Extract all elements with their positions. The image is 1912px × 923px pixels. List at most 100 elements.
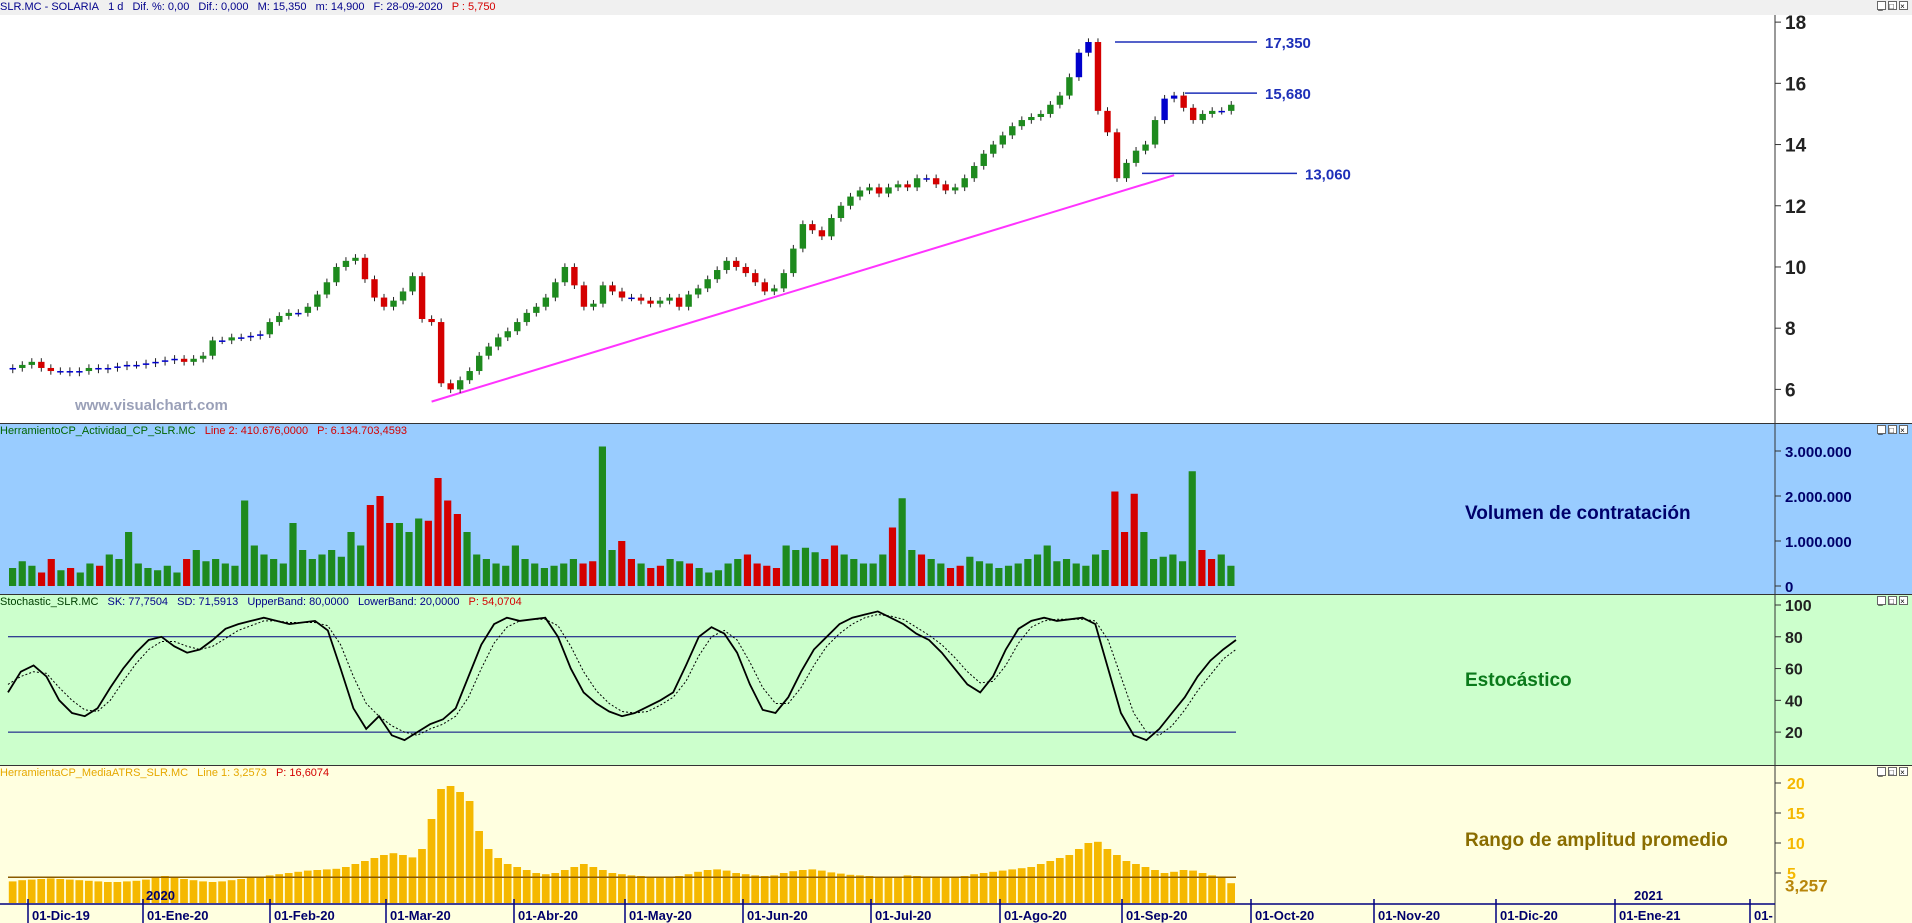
candle-body — [647, 300, 654, 304]
candle-body — [495, 337, 502, 347]
stochastic-pane[interactable]: Stochastic_SLR.MC SK: 77,7504 SD: 71,591… — [0, 594, 1912, 765]
candle-body — [85, 367, 93, 372]
candle-body — [704, 279, 711, 289]
volume-pane[interactable]: HerramientoCP_Actividad_CP_SLR.MC Line 2… — [0, 423, 1912, 594]
atr-bar — [1122, 861, 1131, 903]
atr-bar — [751, 875, 760, 903]
year-marker: 2021 — [1634, 888, 1663, 903]
candle-body — [1009, 126, 1016, 136]
atr-bar — [646, 876, 655, 903]
candle-body — [694, 288, 702, 295]
volume-bar — [840, 554, 848, 586]
year-marker: 2020 — [146, 888, 175, 903]
candle-body — [171, 358, 178, 361]
atr-bar — [256, 876, 265, 903]
volume-bar — [637, 563, 645, 586]
y-tick-label: 8 — [1785, 319, 1796, 340]
price-pane[interactable]: SLR.MC - SOLARIA 1 d Dif. %: 0,00 Dif.: … — [0, 0, 1912, 423]
candle-body — [799, 224, 807, 249]
price-chart: 6 8 10 12 14 16 18 17,350 15,680 13,060 — [9, 13, 1807, 423]
volume-bar — [956, 565, 964, 586]
atr-bar — [1189, 870, 1197, 903]
atr-bar — [741, 874, 750, 903]
atr-bar — [208, 882, 217, 903]
atr-bar — [808, 869, 817, 903]
candle-body — [57, 371, 64, 373]
volume-bar — [163, 565, 171, 586]
atr-bar — [1027, 867, 1036, 903]
atr-bar — [951, 877, 959, 903]
stoch-line-sk — [7, 610, 1237, 742]
atr-bar — [446, 786, 455, 903]
candle-body — [66, 371, 74, 373]
y-tick-label: 20 — [1787, 776, 1805, 793]
atr-bar — [522, 870, 531, 903]
atr-bar — [513, 867, 522, 903]
volume-bar — [511, 545, 519, 586]
candle-body — [285, 312, 293, 316]
atr-bar — [103, 882, 112, 903]
candle-body — [752, 273, 759, 283]
candle-body — [733, 260, 740, 267]
candle-body — [399, 291, 407, 301]
candle-body — [656, 300, 664, 304]
volume-bar — [279, 563, 287, 586]
candle-body — [875, 187, 883, 194]
candle-body — [218, 340, 226, 342]
volume-bar — [579, 563, 587, 586]
candle-body — [247, 335, 254, 338]
volume-bar — [1082, 565, 1090, 586]
atr-bar — [8, 881, 17, 903]
volume-bar — [666, 559, 674, 586]
x-tick-label: 01-Abr-20 — [518, 908, 578, 923]
volume-bar — [1217, 554, 1225, 586]
atr-bar — [246, 877, 255, 903]
volume-bar — [1101, 550, 1109, 586]
candle-body — [437, 322, 445, 384]
x-tick-label: 01-Mar-20 — [390, 908, 451, 923]
candle-body — [628, 297, 635, 300]
atr-bar — [65, 879, 74, 903]
volume-bar — [772, 568, 781, 586]
volume-bar — [473, 554, 481, 586]
volume-bar — [38, 572, 46, 586]
candle-body — [1056, 95, 1064, 105]
volume-bar — [86, 563, 94, 586]
atr-bar — [713, 869, 721, 903]
volume-bar — [608, 550, 616, 586]
atr-bar — [703, 870, 712, 903]
volume-bar — [763, 565, 771, 586]
candle-body — [809, 224, 816, 231]
atr-bar — [1094, 841, 1102, 903]
volume-bar — [183, 559, 191, 586]
candle-body — [447, 383, 454, 390]
volume-bar — [821, 559, 829, 586]
candle-body — [371, 279, 378, 298]
candle-body — [9, 367, 16, 370]
volume-bar — [1033, 554, 1042, 586]
atr-pane[interactable]: HerramientaCP_MediaATRS_SLR.MC Line 1: 3… — [0, 765, 1912, 923]
volume-bar — [337, 556, 345, 586]
volume-bar — [569, 559, 577, 586]
candle-body — [1094, 42, 1102, 111]
volume-bar — [96, 565, 104, 586]
candle-body — [19, 364, 26, 368]
volume-bar — [859, 563, 868, 586]
atr-bar — [1017, 868, 1026, 903]
candle-body — [790, 248, 797, 274]
candle-body — [1113, 132, 1121, 179]
volume-bar — [212, 559, 220, 586]
candle-body — [266, 322, 273, 335]
atr-bar — [836, 873, 845, 903]
candle-body — [618, 291, 626, 298]
volume-bar — [1024, 559, 1032, 586]
atr-bar — [1074, 849, 1083, 903]
candle-body — [894, 184, 902, 188]
volume-bar — [463, 532, 471, 586]
atr-bar — [275, 874, 284, 903]
candle-body — [837, 205, 845, 218]
candle-body — [637, 297, 645, 301]
candle-body — [666, 297, 673, 301]
atr-bar — [770, 875, 779, 903]
candle-body — [238, 337, 245, 339]
